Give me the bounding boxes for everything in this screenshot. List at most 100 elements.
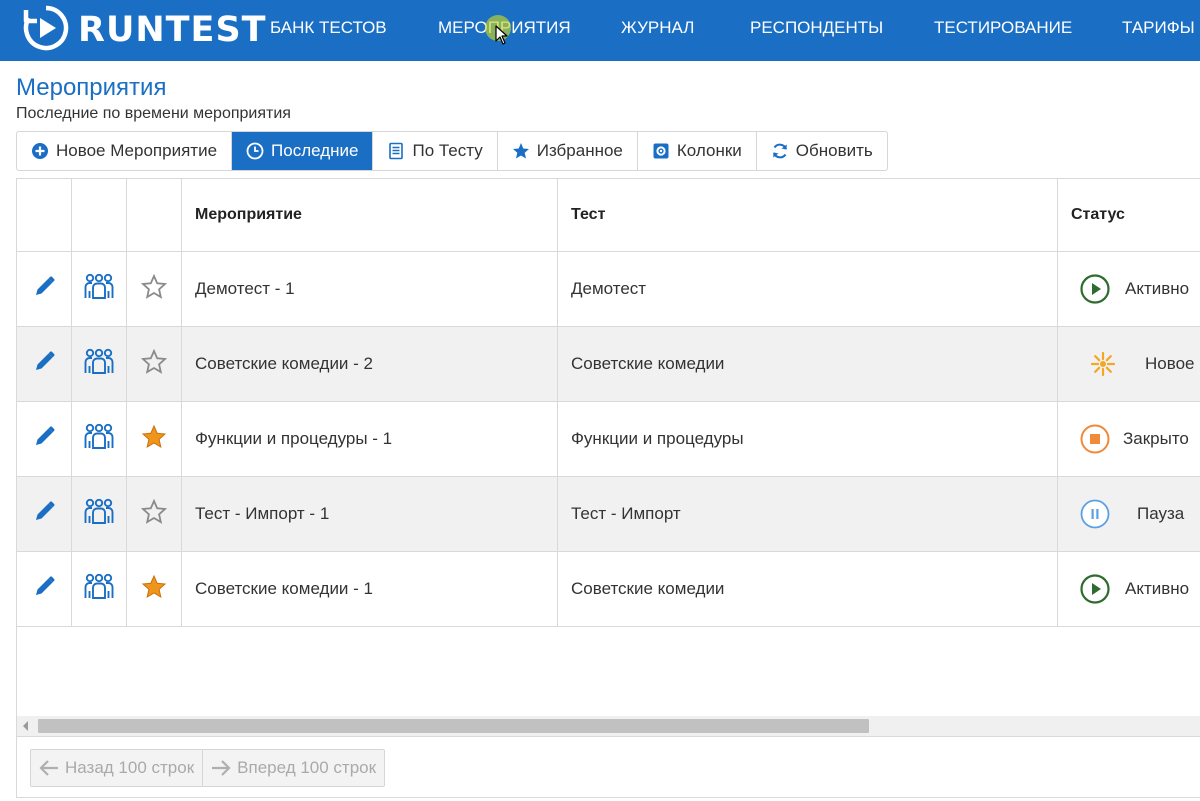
event-name: Тест - Импорт - 1	[195, 504, 330, 523]
test-name-cell: Советские комедии	[558, 327, 1058, 401]
table-row[interactable]: Функции и процедуры - 1 Функции и процеду…	[17, 402, 1200, 477]
table-row[interactable]: Демотест - 1 Демотест Активно	[17, 252, 1200, 327]
status-cell: Новое	[1058, 327, 1200, 401]
brand-logo[interactable]: RUNTEST	[20, 4, 267, 57]
recent-button[interactable]: Последние	[232, 132, 374, 170]
columns-settings-icon	[653, 143, 669, 159]
page-subtitle: Последние по времени мероприятия	[16, 105, 291, 122]
edit-pencil-icon[interactable]	[31, 274, 57, 305]
back-100-rows-button[interactable]: Назад 100 строк	[31, 750, 204, 786]
pause-icon	[1079, 498, 1111, 530]
event-name: Советские комедии - 1	[195, 579, 373, 598]
respondents-cell	[72, 477, 127, 551]
favorite-star-icon[interactable]	[141, 574, 167, 605]
header-status[interactable]: Статус	[1058, 179, 1200, 251]
events-toolbar: Новое Мероприятие Последние По Тесту Изб…	[16, 131, 888, 171]
test-name: Тест - Импорт	[571, 504, 681, 523]
favorites-label: Избранное	[536, 141, 623, 160]
edit-cell	[17, 402, 72, 476]
scroll-left-arrow-icon[interactable]	[23, 721, 28, 731]
favorite-star-icon[interactable]	[140, 498, 168, 530]
respondents-group-icon[interactable]	[83, 423, 115, 456]
test-name: Функции и процедуры	[571, 429, 744, 448]
event-name-cell[interactable]: Тест - Импорт - 1	[182, 477, 558, 551]
respondents-group-icon[interactable]	[83, 498, 115, 531]
table-row[interactable]: Советские комедии - 1 Советские комедии Ак…	[17, 552, 1200, 627]
arrow-left-icon	[39, 760, 58, 776]
status-text: Пауза	[1137, 504, 1185, 523]
nav-test-bank[interactable]: БАНК ТЕСТОВ	[270, 18, 387, 38]
by-test-button[interactable]: По Тесту	[373, 132, 498, 170]
test-name-cell: Функции и процедуры	[558, 402, 1058, 476]
by-test-label: По Тесту	[412, 141, 483, 160]
status-text: Закрыто	[1123, 429, 1189, 448]
header-test[interactable]: Тест	[558, 179, 1058, 251]
favorite-cell	[127, 552, 182, 626]
status-text: Новое	[1145, 354, 1195, 373]
status-cell: Пауза	[1058, 477, 1200, 551]
recent-label: Последние	[271, 141, 359, 160]
columns-button[interactable]: Колонки	[638, 132, 757, 170]
refresh-label: Обновить	[795, 141, 873, 160]
edit-pencil-icon[interactable]	[31, 574, 57, 605]
favorite-cell	[127, 477, 182, 551]
arrow-right-icon	[212, 760, 231, 776]
table-header: Мероприятие Тест Статус	[17, 179, 1200, 252]
test-name: Советские комедии	[571, 579, 725, 598]
grid-footer: Назад 100 строк Вперед 100 строк	[17, 736, 1200, 797]
stop-icon	[1079, 423, 1111, 455]
test-name-cell: Советские комедии	[558, 552, 1058, 626]
respondents-cell	[72, 402, 127, 476]
respondents-cell	[72, 252, 127, 326]
nav-respondents[interactable]: РЕСПОНДЕНТЫ	[750, 18, 883, 38]
edit-pencil-icon[interactable]	[31, 349, 57, 380]
event-name-cell[interactable]: Демотест - 1	[182, 252, 558, 326]
status-cell: Закрыто	[1058, 402, 1200, 476]
star-icon	[512, 143, 529, 159]
nav-journal[interactable]: ЖУРНАЛ	[621, 18, 694, 38]
forward-100-rows-button[interactable]: Вперед 100 строк	[203, 750, 384, 786]
edit-cell	[17, 327, 72, 401]
test-name-cell: Демотест	[558, 252, 1058, 326]
pager: Назад 100 строк Вперед 100 строк	[30, 749, 386, 787]
respondents-group-icon[interactable]	[83, 573, 115, 606]
status-cell: Активно	[1058, 252, 1200, 326]
forward-100-rows-label: Вперед 100 строк	[237, 758, 377, 777]
favorite-star-icon[interactable]	[140, 273, 168, 305]
favorite-cell	[127, 327, 182, 401]
header-event[interactable]: Мероприятие	[182, 179, 558, 251]
favorite-star-icon[interactable]	[140, 348, 168, 380]
edit-cell	[17, 477, 72, 551]
respondents-group-icon[interactable]	[83, 273, 115, 306]
edit-pencil-icon[interactable]	[31, 499, 57, 530]
sparkle-icon	[1087, 348, 1119, 380]
nav-testing[interactable]: ТЕСТИРОВАНИЕ	[934, 18, 1072, 38]
event-name-cell[interactable]: Советские комедии - 2	[182, 327, 558, 401]
refresh-button[interactable]: Обновить	[757, 132, 887, 170]
event-name-cell[interactable]: Советские комедии - 1	[182, 552, 558, 626]
edit-pencil-icon[interactable]	[31, 424, 57, 455]
favorites-button[interactable]: Избранное	[498, 132, 638, 170]
respondents-group-icon[interactable]	[83, 348, 115, 381]
event-name-cell[interactable]: Функции и процедуры - 1	[182, 402, 558, 476]
new-event-label: Новое Мероприятие	[56, 141, 218, 160]
scrollbar-thumb[interactable]	[38, 719, 869, 733]
header-favorite-column	[127, 179, 182, 251]
event-name: Функции и процедуры - 1	[195, 429, 393, 448]
new-event-button[interactable]: Новое Мероприятие	[17, 132, 233, 170]
favorite-cell	[127, 402, 182, 476]
runtest-logo-icon	[20, 4, 72, 57]
document-icon	[389, 142, 404, 160]
play-icon	[1079, 573, 1111, 605]
nav-tariffs[interactable]: ТАРИФЫ	[1122, 18, 1195, 38]
favorite-star-icon[interactable]	[141, 424, 167, 455]
table-row[interactable]: Тест - Импорт - 1 Тест - Импорт Пауза	[17, 477, 1200, 552]
horizontal-scrollbar[interactable]	[17, 716, 1200, 736]
mouse-cursor-icon	[495, 25, 508, 45]
page-title: Мероприятия	[16, 74, 167, 101]
clock-icon	[246, 142, 264, 160]
respondents-cell	[72, 552, 127, 626]
edit-cell	[17, 252, 72, 326]
table-row[interactable]: Советские комедии - 2 Советские комедии Но…	[17, 327, 1200, 402]
events-grid: Мероприятие Тест Статус Демотест - 1 Демо…	[16, 178, 1200, 798]
